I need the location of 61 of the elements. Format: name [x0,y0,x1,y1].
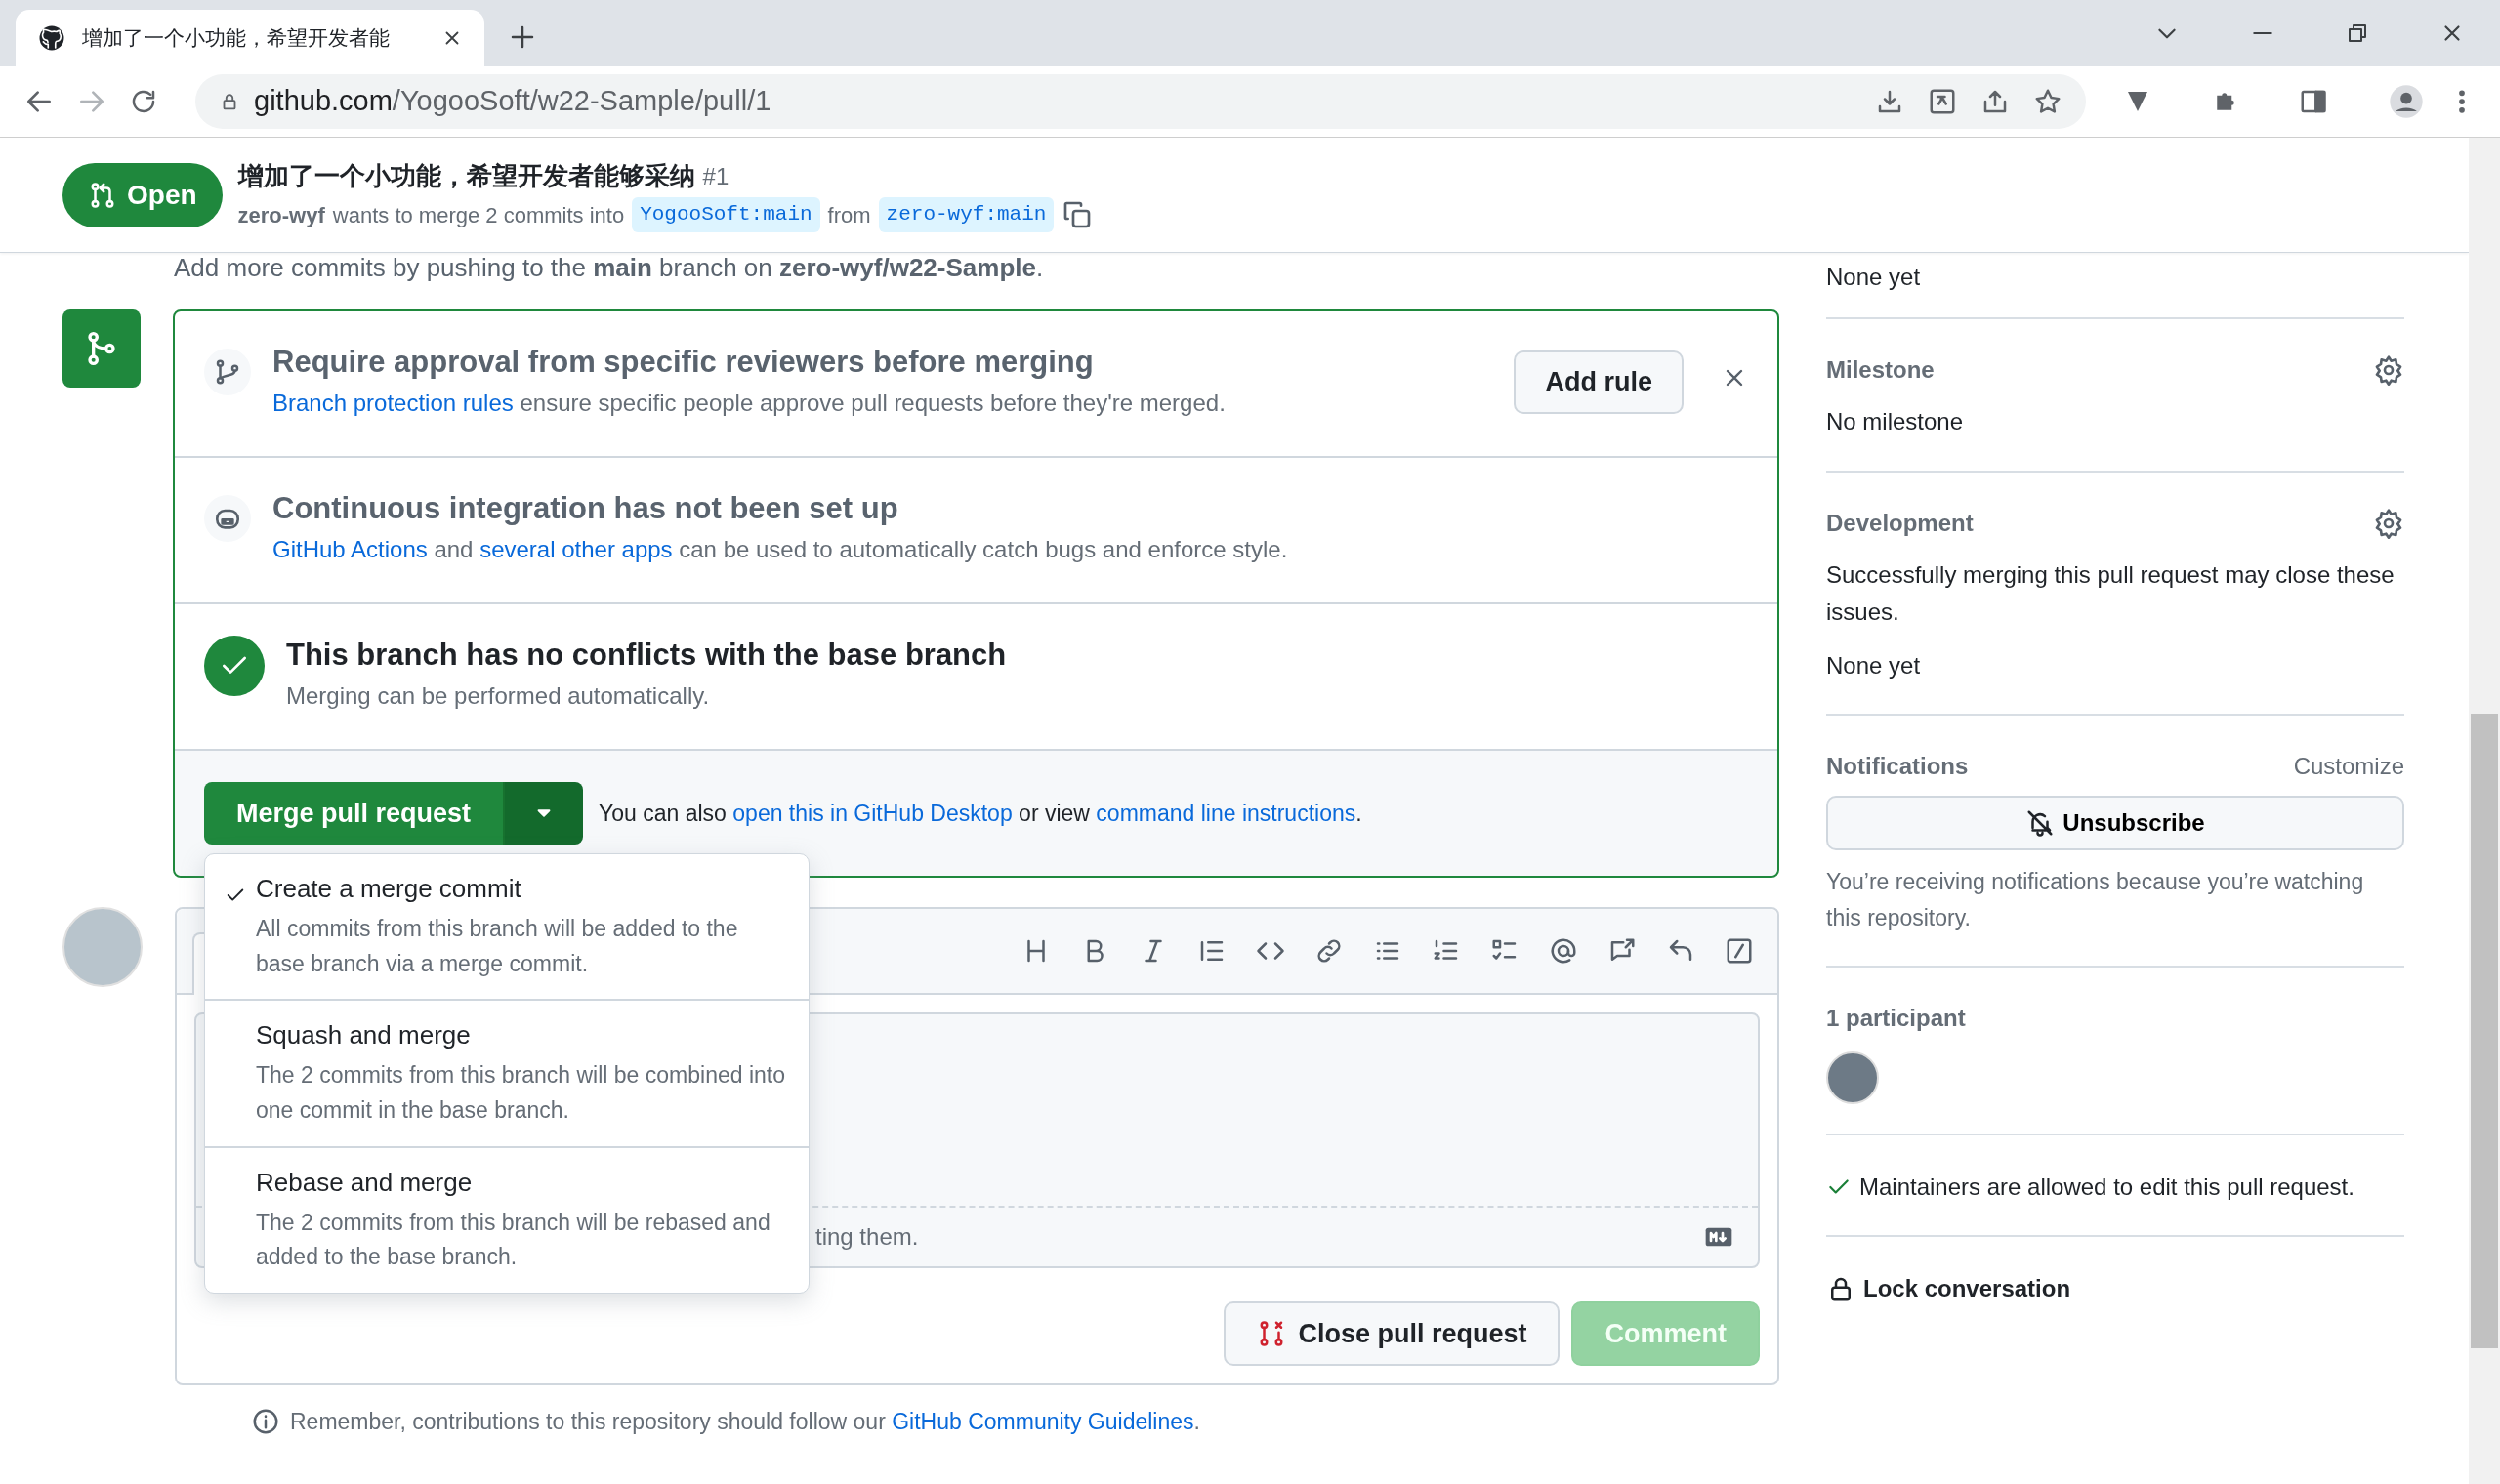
from-label: from [827,201,871,229]
sidebar-heading: 1 participant [1826,1003,1966,1033]
section-title: Continuous integration has not been set up [272,490,899,527]
sidebar-text: Successfully merging this pull request may close these issues. [1826,559,2396,628]
text-link[interactable]: open this in GitHub Desktop [732,800,1013,826]
scrollbar[interactable] [2469,138,2500,1484]
merge-options-toggle[interactable] [503,782,584,845]
mention-icon[interactable] [1549,936,1578,966]
add-rule-button[interactable]: Add rule [1514,350,1684,414]
text-link[interactable]: GitHub Actions [272,536,428,563]
section-description: GitHub Actions and several other apps can be used to automatically catch bugs and enforce style. [272,535,1289,565]
author-link[interactable]: zero-wyf [237,198,325,231]
sidebar-text: None yet [1826,650,1922,680]
merge-summary: wants to merge 2 commits into [332,201,625,229]
text-link[interactable]: Branch protection rules [272,390,514,417]
restore-icon[interactable] [2346,21,2369,45]
address-bar[interactable]: github.com/YogooSoft/w22-Sample/pull/1 [195,74,2086,129]
push-hint: Add more commits by pushing to the main branch on zero-wyf/w22-Sample. [173,255,1045,284]
option-description: All commits from this branch will be added to the base branch via a merge commit. [256,915,739,978]
text-link[interactable]: several other apps [479,536,673,563]
tab-title: 增加了一个小功能，希望开发者能 [82,25,391,52]
section-title: Require approval from specific reviewers before merging [272,344,1095,381]
head-branch-label[interactable]: zero-wyf:main [878,197,1055,232]
notification-note: You’re receiving notifications because you’re watching this repository. [1826,867,2365,932]
profile-icon[interactable] [2387,82,2426,121]
guidelines-note: Remember, contributions to this repository should follow our GitHub Community Guidelines. [290,1408,1200,1436]
base-branch-label[interactable]: YogooSoft:main [632,197,820,232]
settings-icon[interactable] [2373,354,2404,387]
open-state-badge: Open [62,162,223,227]
participant-avatar[interactable] [1826,1051,1879,1104]
sidebar-text: No milestone [1826,407,1965,437]
lock-conversation-link[interactable]: Lock conversation [1863,1269,2071,1308]
option-description: The 2 commits from this branch will be rebased and added to the base branch. [256,1208,771,1272]
slash-command-icon[interactable] [1725,936,1754,966]
merge-button[interactable]: Merge pull request [204,782,504,845]
text-link[interactable]: command line instructions [1096,800,1356,826]
merge-footer-text: You can also open this in GitHub Desktop or view command line instructions. [599,799,1362,828]
sidebar-heading: Milestone [1826,355,1935,386]
url-text: github.com/YogooSoft/w22-Sample/pull/1 [254,84,771,119]
sidebar-heading: Development [1826,508,1974,538]
section-description: Merging can be performed automatically. [286,681,711,712]
close-pr-button[interactable]: Close pull request [1224,1301,1561,1366]
text-link[interactable]: GitHub Community Guidelines [892,1409,1194,1434]
sidebar-heading: Notifications [1826,751,1969,781]
github-logo-icon [37,23,66,53]
option-title: Squash and merge [256,1019,472,1052]
attach-hint: ting them. [815,1223,919,1250]
unsubscribe-button[interactable]: Unsubscribe [1826,795,2404,850]
option-title: Create a merge commit [256,873,522,905]
star-icon[interactable] [2033,87,2062,116]
reviewers-value: None yet [1826,263,1922,292]
merge-option[interactable]: Rebase and merge The 2 commits from this branch will be rebased and added to the base branch. [205,1147,809,1293]
maintainers-note: Maintainers are allowed to edit this pull request. [1859,1172,2354,1202]
browser-tab[interactable]: 增加了一个小功能，希望开发者能 [16,10,484,66]
section-title: This branch has no conflicts with the base branch [286,637,1008,674]
section-description: Branch protection rules ensure specific people approve pull requests before they're merged. [272,389,1227,419]
option-description: The 2 commits from this branch will be combined into one commit in the base branch. [256,1061,786,1125]
pr-title: 增加了一个小功能，希望开发者能够采纳 #1 [237,160,730,193]
option-title: Rebase and merge [256,1166,474,1199]
customize-link[interactable]: Customize [2293,748,2404,784]
settings-icon[interactable] [2373,507,2404,539]
